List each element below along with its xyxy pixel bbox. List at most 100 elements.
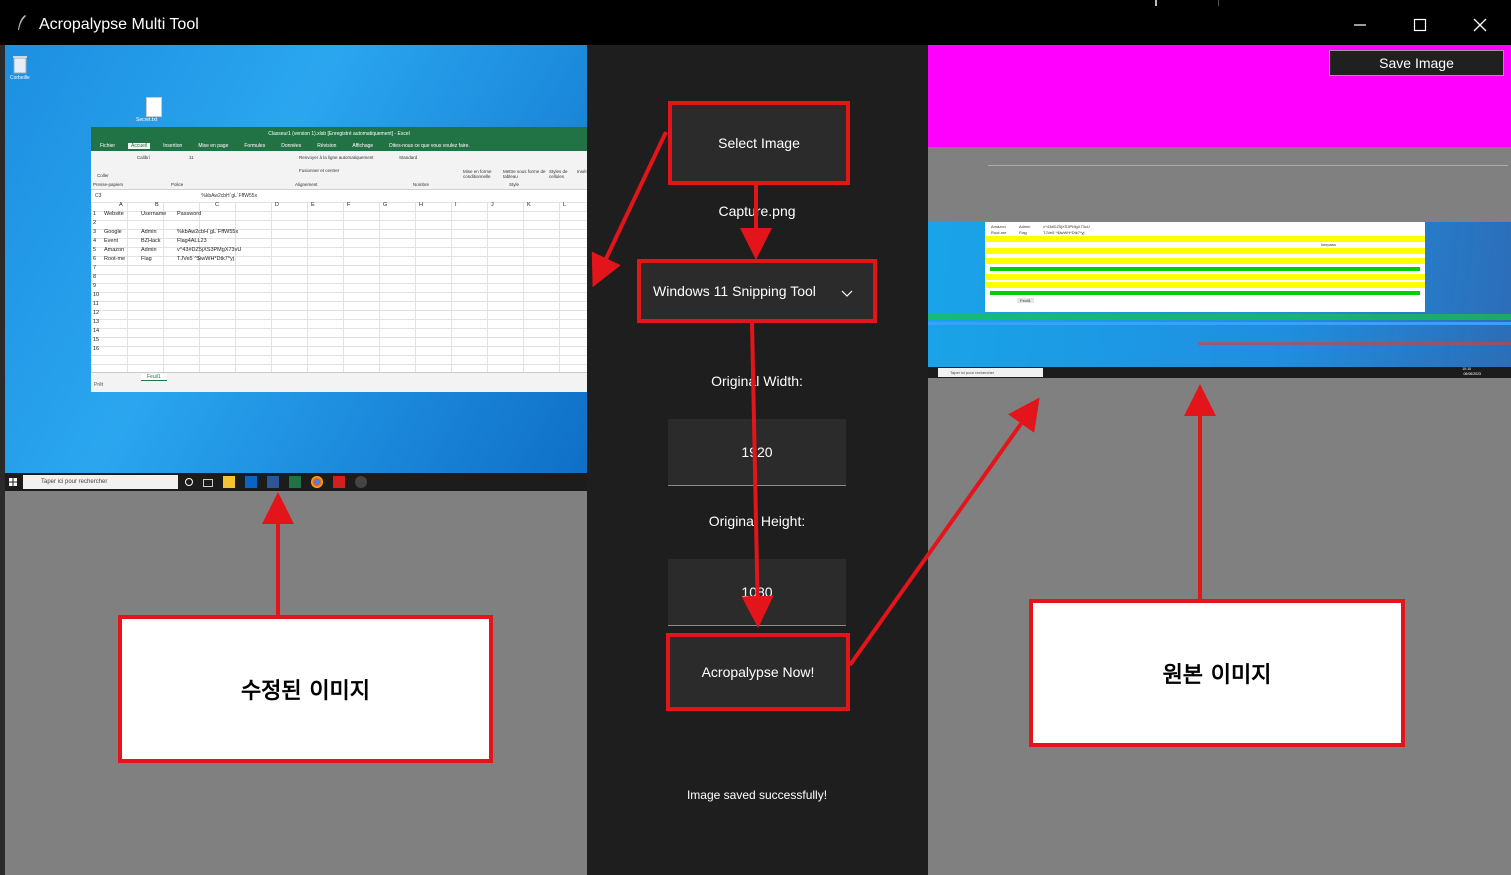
save-image-button[interactable]: Save Image [1329,50,1504,76]
excel-icon [289,476,301,488]
select-image-button[interactable]: Select Image [668,101,850,185]
title-bar: Acropalypse Multi Tool [0,0,1511,45]
glitch-row [985,236,1425,242]
name-box: C3 [95,193,102,199]
glitch-row [985,258,1425,264]
recovered-clock-time: 10:10 [1462,367,1471,371]
glitch-row [990,291,1420,295]
close-button[interactable] [1460,10,1500,40]
original-width-input[interactable]: 1920 [668,419,846,486]
column-header: C [215,202,219,208]
excel-tab: Révision [317,143,337,149]
glitch-row [985,274,1425,280]
row-number: 9 [93,283,97,289]
column-header: I [455,202,457,208]
excel-grid: A B C D E F G H I J K L 1 2 3 4 5 6 7 8 9 10 11 12 1… [91,202,587,372]
text-file-icon [146,97,162,117]
text-file-label: Secret.txt [136,117,158,123]
file-name-label: Capture.png [718,203,796,219]
cell: Amazon [104,247,125,253]
row-number: 14 [93,328,100,334]
excel-ribbon: Coller Calibri 11 Renvoyer à la ligne au… [91,151,591,190]
cell: Admin [141,229,157,235]
close-icon [1473,18,1487,32]
glitch-line [988,165,1508,166]
background-artifact [1155,0,1157,6]
excel-tab: Mise en page [198,143,229,149]
tool-select-dropdown[interactable]: Windows 11 Snipping Tool [637,259,877,323]
cell: Admin [141,247,157,253]
glitch-row [990,267,1420,271]
maximize-icon [1413,18,1427,32]
recovered-text: TJVe5`^$iwWH*Dtk7*yj [1043,230,1085,235]
maximize-button[interactable] [1400,10,1440,40]
recovered-text: Amazon [991,224,1006,229]
cell: Website [104,211,124,217]
cell: Event [104,238,119,244]
ribbon-text: Standard [399,155,418,160]
ribbon-group: Police [171,182,184,187]
app-icon [355,476,367,488]
row-number: 5 [93,247,97,253]
excel-window: Classeur1 (version 1).xlsb [Enregistré a… [91,127,591,392]
minimize-icon [1354,24,1366,26]
original-height-input[interactable]: 1080 [668,559,846,626]
outlook-icon [245,476,257,488]
taskbar-icons [185,476,367,488]
chevron-down-icon [841,290,853,297]
row-number: 2 [93,220,97,226]
column-header: L [563,202,567,208]
background-artifact [1218,0,1219,6]
control-panel: Select Image Capture.png Windows 11 Snip… [587,45,928,875]
sheet-tab: Feuil1 [141,374,167,381]
recovered-text: keepass [1321,242,1336,247]
column-header: K [527,202,531,208]
row-number: 7 [93,265,97,271]
recovered-taskbar-search: Taper ici pour rechercher [938,368,1043,377]
ribbon-text: Calibri [137,155,150,160]
original-image-preview: Amazon Admin v^43#DZ5jXS3PMgX73vU Root-m… [928,45,1511,875]
recovered-sheet-tab: Feuil1 [1017,298,1034,303]
original-height-label: Original Height: [708,513,806,529]
column-header: J [491,202,494,208]
cell: BZHack [141,238,161,244]
column-header: E [311,202,315,208]
glitch-band [928,314,1511,320]
recovered-text: Flag [1019,230,1027,235]
row-number: 15 [93,337,100,343]
status-message: Image saved successfully! [686,788,828,802]
row-number: 11 [93,301,99,307]
minimize-button[interactable] [1340,10,1380,40]
ribbon-text: Mettre sous forme de tableau [503,169,546,179]
glitch-row [985,248,1425,254]
ribbon-text: Renvoyer à la ligne automatiquement [299,155,374,160]
ribbon-group: Alignement [295,182,318,187]
formula-value: %kbAw2cbH`gL`FffW55x [201,193,258,199]
desktop-screenshot: Corbeille Secret.txt Classeur1 (version … [5,45,591,491]
excel-tab: Insertion [163,143,183,149]
row-number: 13 [93,319,100,325]
excel-tab: Fichier [100,143,116,149]
cell: Username [141,211,167,217]
column-header: A [119,202,123,208]
recovered-spreadsheet: Amazon Admin v^43#DZ5jXS3PMgX73vU Root-m… [985,222,1425,312]
glitch-band [1198,342,1511,345]
excel-tab: Dites-nous ce que vous voulez faire. [389,143,470,149]
cell: %kbAw2cbH`gL`FffW55x [177,229,239,235]
column-header: H [419,202,423,208]
windows-start-icon [9,478,17,486]
cell: Password [177,211,202,217]
cell: Google [104,229,122,235]
row-number: 10 [93,292,100,298]
acropalypse-run-button[interactable]: Acropalypse Now! [666,633,850,711]
recovered-taskbar: Taper ici pour rechercher 10:10 06/06/20… [928,367,1511,378]
column-header: G [383,202,388,208]
recycle-bin-label: Corbeille [10,75,30,81]
file-explorer-icon [223,476,235,488]
column-header: D [275,202,279,208]
excel-tab: Affichage [352,143,374,149]
recovered-text: Root-me [991,230,1007,235]
ribbon-group: Presse-papiers [93,182,124,187]
row-number: 3 [93,229,97,235]
feather-icon [18,15,26,30]
